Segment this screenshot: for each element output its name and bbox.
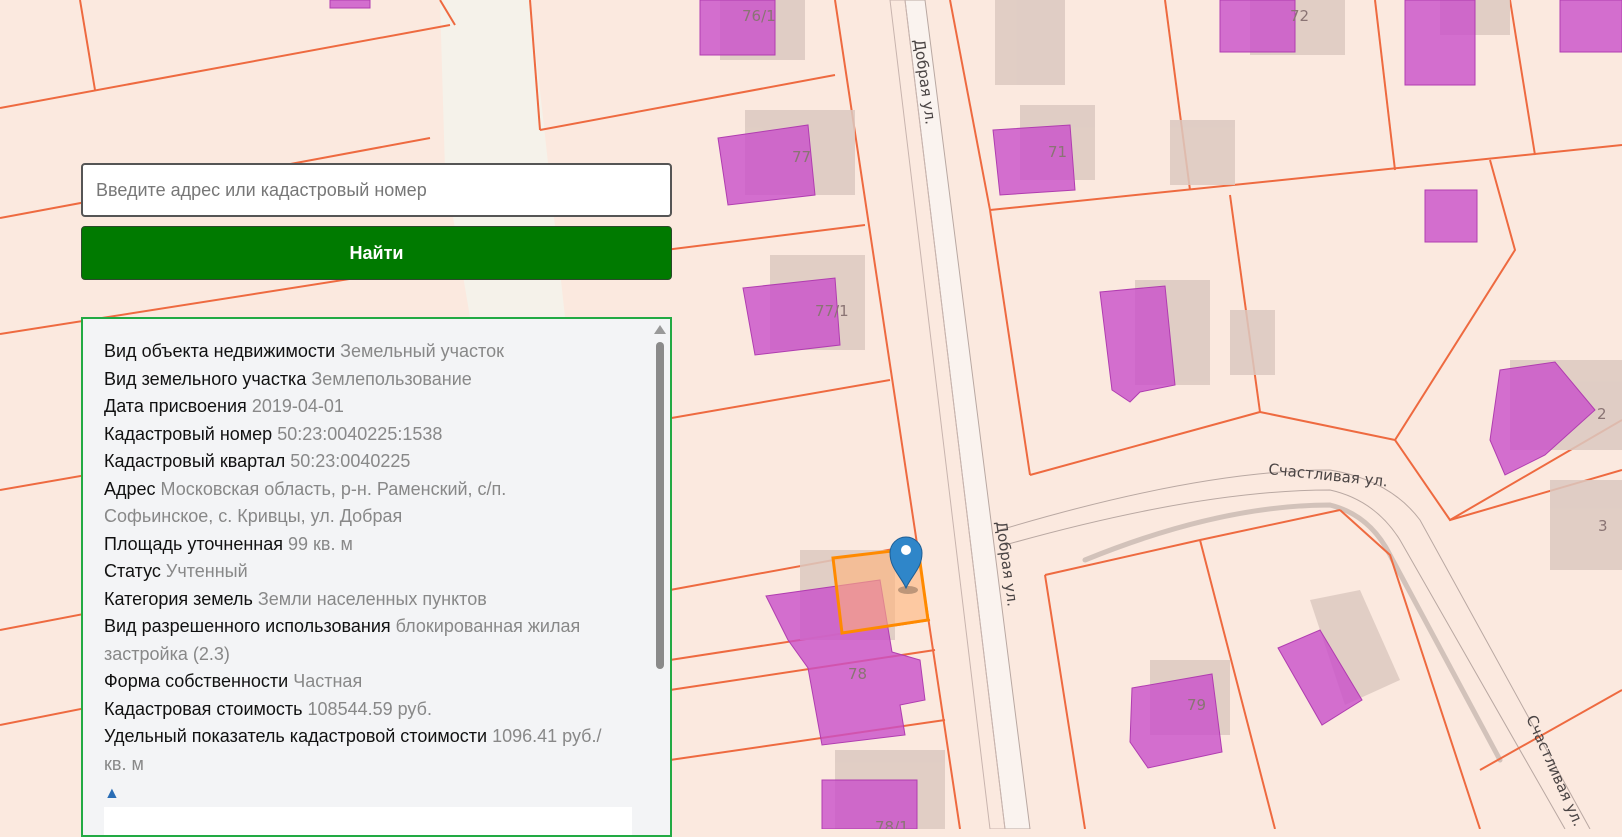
info-label: Кадастровая стоимость (104, 698, 303, 719)
info-label: Вид разрешенного использования (104, 616, 391, 636)
house-number: 71 (1048, 143, 1067, 161)
info-label: Удельный показатель кадастровой стоимост… (104, 726, 488, 746)
info-value: 50:23:0040225:1538 (277, 423, 443, 444)
scroll-up-arrow-icon[interactable] (654, 325, 666, 334)
search-input[interactable] (81, 163, 672, 217)
info-list: Вид объекта недвижимости Земельный участ… (104, 338, 614, 808)
house-number: 77/1 (815, 302, 849, 320)
info-row: Удельный показатель кадастровой стоимост… (104, 723, 614, 778)
info-row: Вид разрешенного использования блокирова… (104, 613, 614, 668)
scrollbar[interactable] (654, 325, 666, 835)
info-value: 99 кв. м (288, 533, 353, 554)
house-number: 78/1 (875, 818, 909, 829)
info-label: Вид объекта недвижимости (104, 341, 336, 361)
info-value: 2019-04-01 (251, 396, 344, 416)
info-value: 108544.59 руб. (307, 698, 432, 719)
house-number: 78 (848, 665, 867, 683)
info-row: Адрес Московская область, р-н. Раменский… (104, 476, 614, 531)
info-value: 50:23:0040225 (290, 451, 411, 471)
info-value: Частная (293, 671, 363, 691)
info-row: Форма собственности Частная (104, 668, 614, 696)
house-number: 76/1 (742, 7, 776, 25)
info-row: Площадь уточненная 99 кв. м (104, 531, 614, 559)
panel-footer-box (104, 807, 632, 835)
info-row: Вид объекта недвижимости Земельный участ… (104, 338, 614, 366)
info-row: Статус Учтенный (104, 558, 614, 586)
info-label: Форма собственности (104, 671, 289, 691)
info-panel: Вид объекта недвижимости Земельный участ… (81, 317, 672, 837)
info-row: Кадастровая стоимость 108544.59 руб. (104, 696, 614, 724)
info-value: Земли населенных пунктов (257, 588, 487, 609)
info-row: Кадастровый квартал 50:23:0040225 (104, 448, 614, 476)
house-number: 3 (1598, 517, 1608, 535)
info-label: Адрес (104, 478, 156, 499)
info-label: Кадастровый номер (104, 423, 273, 444)
info-value: Учтенный (165, 561, 248, 581)
find-button[interactable]: Найти (81, 226, 672, 280)
info-value: Московская область, р-н. Раменский, с/п.… (104, 478, 507, 527)
info-value: Земельный участок (340, 341, 504, 361)
collapse-up-icon[interactable]: ▲ (104, 780, 120, 808)
info-label: Площадь уточненная (104, 533, 283, 554)
info-label: Статус (104, 561, 161, 581)
info-label: Кадастровый квартал (104, 451, 286, 471)
info-row: Категория земель Земли населенных пункто… (104, 586, 614, 614)
info-label: Категория земель (104, 588, 253, 609)
house-number: 77 (792, 148, 811, 166)
house-number: 79 (1187, 696, 1206, 714)
house-number: 2 (1597, 405, 1607, 423)
info-row: Вид земельного участка Землепользование (104, 366, 614, 394)
info-label: Дата присвоения (104, 396, 247, 416)
info-label: Вид земельного участка (104, 368, 307, 389)
info-row: Дата присвоения 2019-04-01 (104, 393, 614, 421)
info-row: Кадастровый номер 50:23:0040225:1538 (104, 421, 614, 449)
info-value: Землепользование (311, 368, 472, 389)
scroll-thumb[interactable] (656, 342, 664, 669)
house-number: 72 (1290, 7, 1309, 25)
